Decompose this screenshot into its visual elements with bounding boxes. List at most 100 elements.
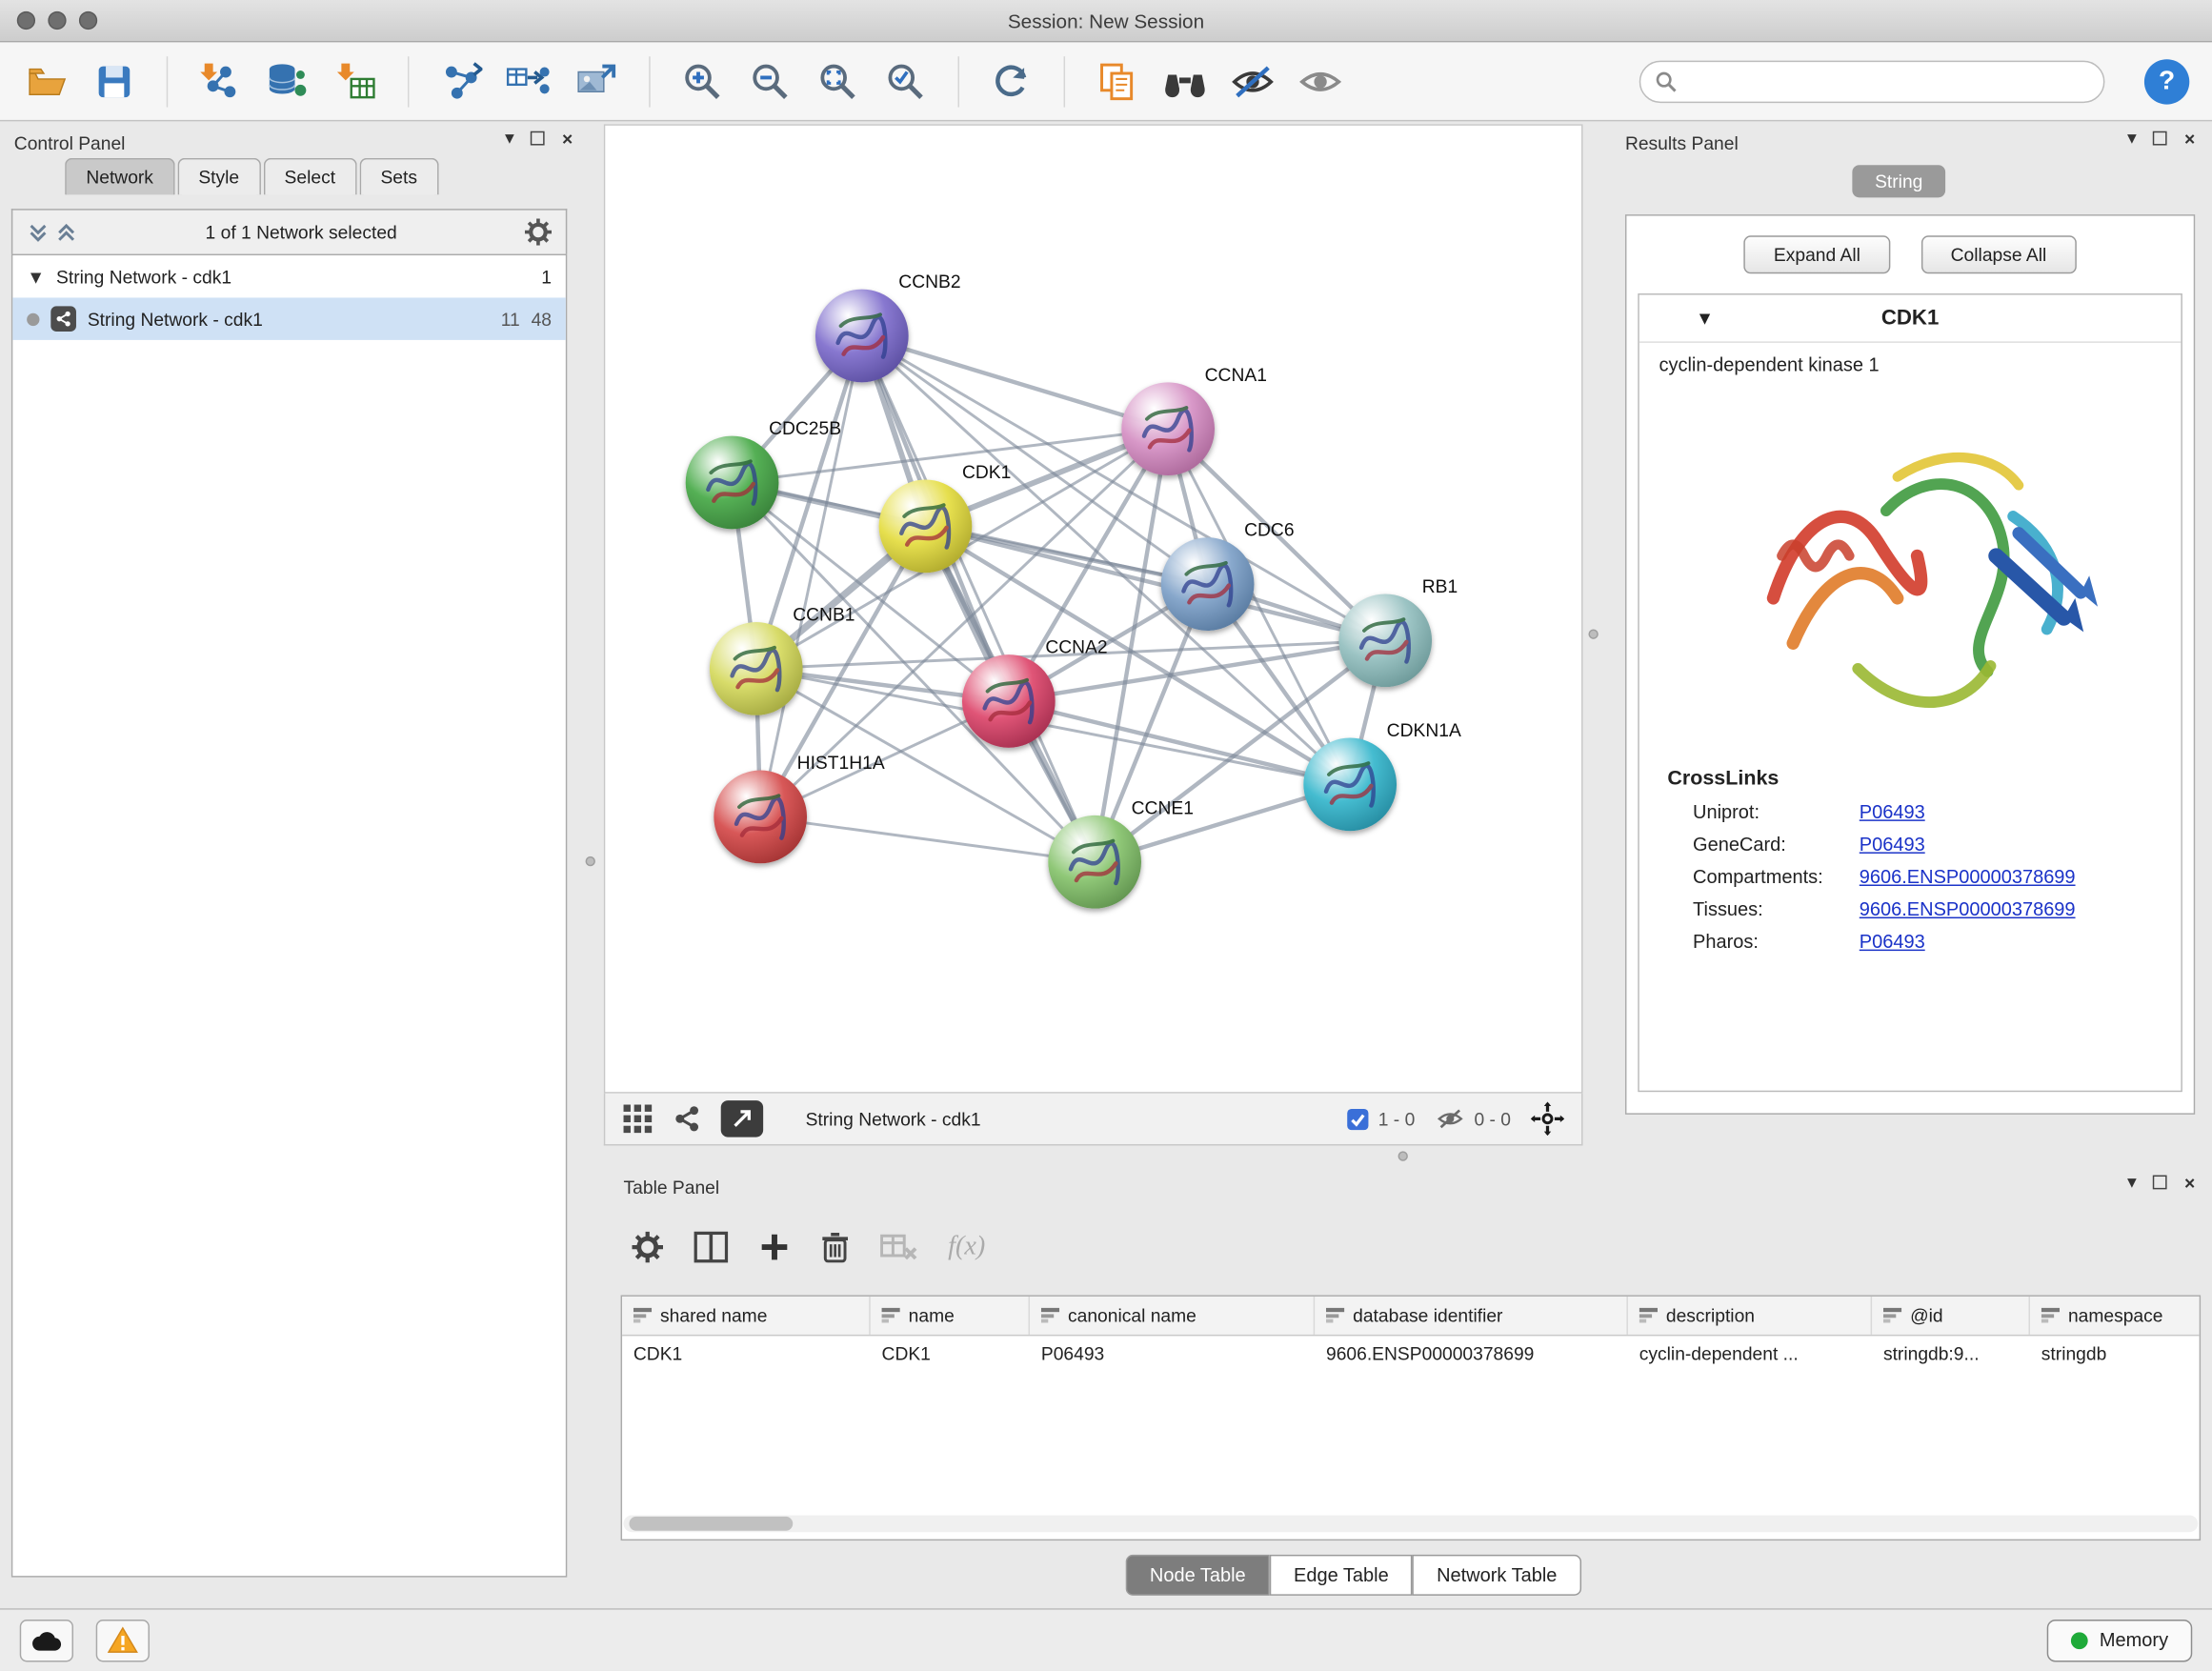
annotation-mode-button[interactable] xyxy=(721,1100,763,1137)
show-glyphs-button[interactable] xyxy=(1297,57,1344,105)
protein-node-cdc6[interactable] xyxy=(1161,537,1255,631)
hidden-eye-slash-icon[interactable] xyxy=(1435,1106,1466,1132)
help-button[interactable]: ? xyxy=(2144,58,2189,103)
birds-eye-view-button[interactable] xyxy=(1161,57,1209,105)
close-panel-icon[interactable]: × xyxy=(562,128,573,149)
cloud-status-button[interactable] xyxy=(20,1619,73,1661)
add-column-plus-icon[interactable] xyxy=(759,1232,791,1263)
table-settings-gear-icon[interactable] xyxy=(632,1232,663,1263)
close-window-button[interactable] xyxy=(17,11,35,30)
network-canvas[interactable]: CCNB2CCNA1CDC25BCDK1CDC6RB1CCNB1CCNA2CDK… xyxy=(604,124,1583,1093)
tab-network-table[interactable]: Network Table xyxy=(1413,1555,1581,1596)
crosslink-compartments-link[interactable]: 9606.ENSP00000378699 xyxy=(1860,866,2076,887)
left-splitter-handle[interactable] xyxy=(586,856,595,866)
collection-expander-icon[interactable]: ▼ xyxy=(27,266,45,287)
protein-node-hist1h1a[interactable] xyxy=(714,771,807,864)
network-edge[interactable] xyxy=(760,335,862,816)
results-menu-icon[interactable]: ▾ xyxy=(2127,127,2137,150)
network-edge[interactable] xyxy=(862,335,1095,861)
show-columns-icon[interactable] xyxy=(694,1232,729,1263)
network-edge[interactable] xyxy=(925,526,1385,640)
protein-node-cdk1[interactable] xyxy=(879,479,973,573)
selected-checkbox-icon[interactable] xyxy=(1346,1107,1370,1131)
protein-node-ccnb1[interactable] xyxy=(710,622,803,715)
import-network-database-button[interactable] xyxy=(264,57,312,105)
network-edge[interactable] xyxy=(760,816,1095,861)
minimize-window-button[interactable] xyxy=(48,11,66,30)
tab-network[interactable]: Network xyxy=(65,158,174,195)
search-input[interactable] xyxy=(1686,70,2090,91)
tab-sets[interactable]: Sets xyxy=(359,158,438,195)
expand-all-networks-icon[interactable] xyxy=(27,221,50,244)
tab-select[interactable]: Select xyxy=(263,158,356,195)
protein-node-ccna1[interactable] xyxy=(1121,382,1215,475)
column-header[interactable]: @id xyxy=(1872,1297,2030,1335)
table-horizontal-scrollbar[interactable] xyxy=(624,1515,2199,1532)
network-edge[interactable] xyxy=(862,335,1168,429)
apply-layout-button[interactable] xyxy=(988,57,1036,105)
pan-crosshair-icon[interactable] xyxy=(1531,1102,1565,1137)
tab-style[interactable]: Style xyxy=(177,158,260,195)
hide-glyphs-button[interactable] xyxy=(1229,57,1277,105)
table-row[interactable]: CDK1 CDK1 P06493 9606.ENSP00000378699 cy… xyxy=(622,1336,2200,1374)
right-splitter-handle[interactable] xyxy=(1588,629,1598,638)
network-row[interactable]: String Network - cdk1 11 48 xyxy=(12,297,565,339)
protein-node-ccne1[interactable] xyxy=(1048,815,1141,909)
delete-table-icon[interactable] xyxy=(880,1232,917,1263)
new-network-button[interactable] xyxy=(437,57,485,105)
grid-view-icon[interactable] xyxy=(622,1103,654,1135)
network-collection-row[interactable]: ▼ String Network - cdk1 1 xyxy=(12,255,565,297)
tab-edge-table[interactable]: Edge Table xyxy=(1270,1555,1413,1596)
save-session-button[interactable] xyxy=(90,57,138,105)
zoom-selected-button[interactable] xyxy=(882,57,930,105)
table-float-icon[interactable] xyxy=(2153,1176,2167,1190)
export-image-button[interactable] xyxy=(573,57,620,105)
zoom-fit-button[interactable] xyxy=(814,57,861,105)
toolbar-search[interactable] xyxy=(1639,60,2105,102)
crosslink-pharos-link[interactable]: P06493 xyxy=(1860,931,1925,952)
open-session-button[interactable] xyxy=(23,57,70,105)
zoom-in-button[interactable] xyxy=(678,57,726,105)
collapse-all-networks-icon[interactable] xyxy=(55,221,78,244)
protein-node-ccna2[interactable] xyxy=(962,654,1056,748)
gene-expander-icon[interactable]: ▼ xyxy=(1696,308,1714,329)
horizontal-splitter-handle[interactable] xyxy=(1398,1151,1408,1160)
zoom-out-icon xyxy=(749,60,791,102)
protein-node-cdkn1a[interactable] xyxy=(1303,737,1397,831)
results-float-icon[interactable] xyxy=(2153,131,2167,146)
crosslink-genecard-link[interactable]: P06493 xyxy=(1860,834,1925,855)
column-header[interactable]: canonical name xyxy=(1030,1297,1315,1335)
import-network-file-button[interactable] xyxy=(196,57,244,105)
network-from-table-button[interactable] xyxy=(505,57,553,105)
copy-annotation-button[interactable] xyxy=(1094,57,1141,105)
expand-all-button[interactable]: Expand All xyxy=(1744,235,1890,273)
warnings-button[interactable] xyxy=(96,1619,150,1661)
network-options-gear-icon[interactable] xyxy=(525,219,552,246)
column-header[interactable]: shared name xyxy=(622,1297,871,1335)
panel-menu-icon[interactable]: ▾ xyxy=(505,127,514,150)
column-header[interactable]: description xyxy=(1628,1297,1872,1335)
column-header[interactable]: namespace xyxy=(2030,1297,2200,1335)
zoom-window-button[interactable] xyxy=(79,11,97,30)
results-close-icon[interactable]: × xyxy=(2184,128,2195,149)
table-close-icon[interactable]: × xyxy=(2184,1172,2195,1193)
protein-node-ccnb2[interactable] xyxy=(815,290,909,383)
delete-column-trash-icon[interactable] xyxy=(821,1232,850,1263)
memory-button[interactable]: Memory xyxy=(2047,1619,2192,1661)
network-icon[interactable] xyxy=(673,1105,701,1134)
column-header[interactable]: database identifier xyxy=(1315,1297,1628,1335)
table-menu-icon[interactable]: ▾ xyxy=(2127,1171,2137,1194)
function-builder-icon[interactable]: f(x) xyxy=(948,1232,985,1263)
zoom-out-button[interactable] xyxy=(746,57,794,105)
float-panel-icon[interactable] xyxy=(531,131,545,146)
protein-node-cdc25b[interactable] xyxy=(686,436,779,530)
crosslink-uniprot-link[interactable]: P06493 xyxy=(1860,801,1925,822)
results-tab-string[interactable]: String xyxy=(1852,165,1945,197)
scrollbar-thumb[interactable] xyxy=(629,1517,793,1531)
import-table-button[interactable] xyxy=(332,57,379,105)
column-header[interactable]: name xyxy=(871,1297,1030,1335)
crosslink-tissues-link[interactable]: 9606.ENSP00000378699 xyxy=(1860,898,2076,919)
collapse-all-button[interactable]: Collapse All xyxy=(1921,235,2077,273)
protein-node-rb1[interactable] xyxy=(1338,594,1432,687)
tab-node-table[interactable]: Node Table xyxy=(1126,1555,1270,1596)
